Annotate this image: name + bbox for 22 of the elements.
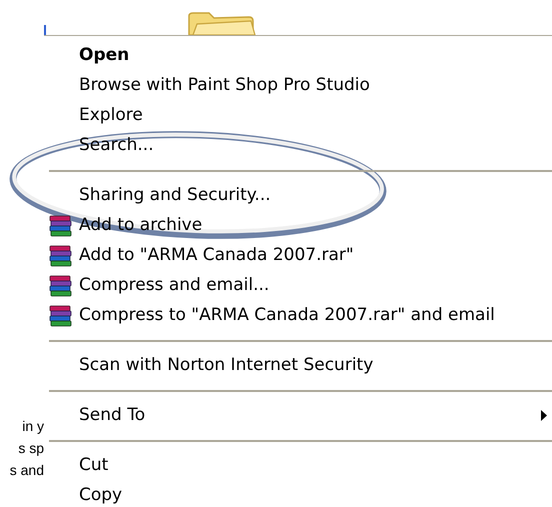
- stacked-books-icon: [48, 245, 74, 267]
- menu-item[interactable]: Send To: [79, 403, 146, 429]
- menu-item[interactable]: Compress to "ARMA Canada 2007.rar" and email: [79, 303, 495, 329]
- menu-item[interactable]: Scan with Norton Internet Security: [79, 353, 374, 379]
- menu-item[interactable]: Copy: [79, 483, 122, 507]
- paragraph-text: s and: [8, 461, 44, 480]
- menu-item[interactable]: Add to "ARMA Canada 2007.rar": [79, 243, 354, 269]
- menu-item[interactable]: Compress and email...: [79, 273, 270, 299]
- submenu-arrow-icon: [541, 410, 547, 421]
- menu-item[interactable]: Search...: [79, 133, 154, 159]
- paragraph-text: s sp: [17, 439, 44, 458]
- menu-item[interactable]: Sharing and Security...: [79, 183, 271, 209]
- menu-item[interactable]: Open: [79, 43, 130, 69]
- menu-item[interactable]: Cut: [79, 453, 108, 479]
- menu-item[interactable]: Browse with Paint Shop Pro Studio: [79, 73, 370, 99]
- stacked-books-icon: [48, 275, 74, 297]
- folder-icon: [187, 12, 257, 35]
- stacked-books-icon: [48, 305, 74, 327]
- selection-mark: [44, 25, 46, 35]
- stacked-books-icon: [48, 215, 74, 237]
- menu-item[interactable]: Explore: [79, 103, 143, 129]
- paragraph-text: in y: [21, 417, 44, 436]
